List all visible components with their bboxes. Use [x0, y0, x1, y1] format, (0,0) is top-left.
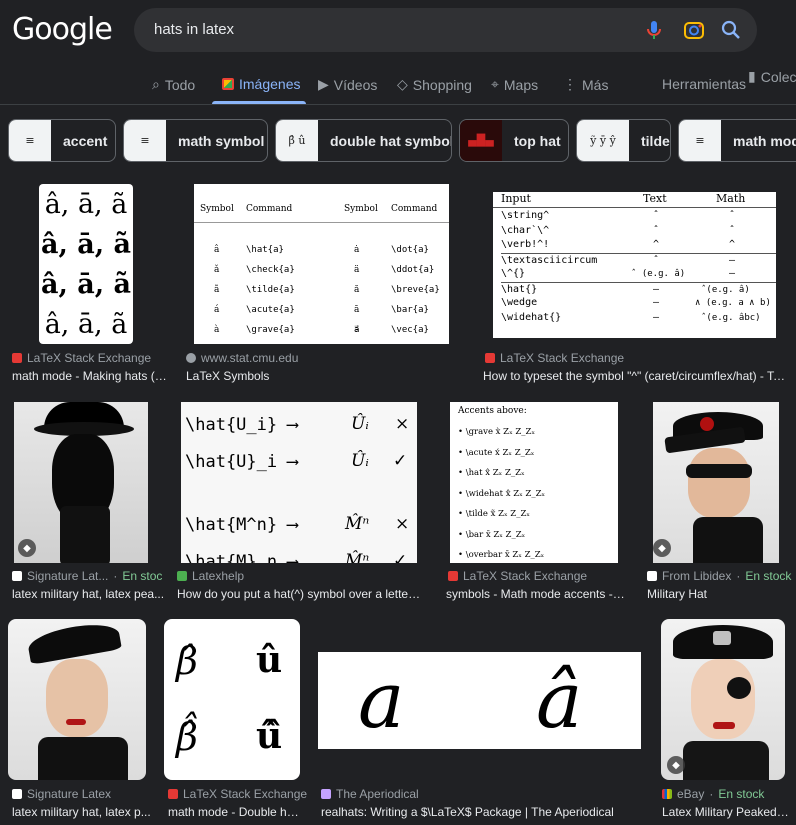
latexhelp-icon [177, 571, 187, 581]
pin-icon: ⌖ [491, 76, 499, 92]
result-title[interactable]: symbols - Math mode accents - T... [446, 587, 626, 601]
result-title[interactable]: latex military hat, latex pea... [12, 587, 167, 601]
bookmark-icon: ▮ [748, 68, 756, 84]
chip-thumb: ỹ ȳ ŷ [577, 120, 629, 161]
chip-thumb: ≡ [679, 120, 721, 161]
result-source[interactable]: Signature Latex [12, 787, 157, 801]
lens-icon[interactable] [682, 18, 706, 42]
search-icon[interactable] [719, 18, 743, 42]
search-icon: ⌕ [152, 76, 160, 92]
mic-icon[interactable] [642, 18, 666, 42]
tab-maps[interactable]: ⌖ Maps [491, 76, 538, 93]
result-source[interactable]: LaTeX Stack Exchange [448, 569, 628, 583]
tab-shopping[interactable]: ◇ Shopping [397, 76, 472, 93]
result-title[interactable]: Military Hat [647, 587, 796, 601]
result-source[interactable]: The Aperiodical [321, 787, 641, 801]
result-source[interactable]: LaTeX Stack Exchange [12, 351, 167, 365]
result-image-4[interactable]: ◆ [14, 402, 148, 563]
chip-tilde[interactable]: ỹ ȳ ŷ tilde [576, 119, 671, 162]
collections-button[interactable]: ▮ Colec [748, 68, 796, 85]
result-image-1[interactable]: â, ā, ã â, ā, ã â, ā, ã â, ā, ã [39, 184, 133, 344]
stackexchange-icon [448, 571, 458, 581]
result-title[interactable]: Latex Military Peaked c... [662, 805, 792, 819]
result-image-7[interactable]: ◆ [653, 402, 779, 563]
header-divider [0, 104, 796, 105]
result-title[interactable]: latex military hat, latex p... [12, 805, 157, 819]
ebay-icon [662, 789, 672, 799]
result-source[interactable]: Latexhelp [177, 569, 427, 583]
result-image-6[interactable]: Accents above: • \grave x̀ Zₓ Z_Zₓ • \acu… [450, 402, 618, 563]
shopping-tag-icon: ◆ [667, 756, 685, 774]
image-icon [222, 78, 234, 90]
chip-thumb: ≡ [9, 120, 51, 161]
result-image-11[interactable]: ◆ [661, 619, 785, 780]
result-title[interactable]: math mode - Making hats (a... [12, 369, 167, 383]
chip-math-mode[interactable]: ≡math mode [678, 119, 796, 162]
tag-icon: ◇ [397, 76, 408, 92]
result-source[interactable]: www.stat.cmu.edu [186, 351, 446, 365]
result-title[interactable]: LaTeX Symbols [186, 369, 446, 383]
search-box[interactable]: hats in latex [134, 8, 757, 52]
result-source[interactable]: eBay · En stock [662, 787, 796, 801]
result-title[interactable]: realhats: Writing a $\LaTeX$ Package | T… [321, 805, 641, 819]
chip-top-hat[interactable]: ▄█▄ top hat [459, 119, 569, 162]
stackexchange-icon [168, 789, 178, 799]
chip-thumb: ▄█▄ [460, 120, 502, 161]
stackexchange-icon [485, 353, 495, 363]
shopping-tag-icon: ◆ [18, 539, 36, 557]
shopping-tag-icon: ◆ [653, 539, 671, 557]
chip-accent[interactable]: ≡ accent [8, 119, 116, 162]
google-logo[interactable]: Google [12, 12, 113, 47]
libidex-icon [647, 571, 657, 581]
chip-double-hat-symbol[interactable]: β̂ û double hat symbol [275, 119, 452, 162]
result-image-2[interactable]: Symbol Command Symbol Command â \hat{a} ȧ \… [194, 184, 449, 344]
tab-mas[interactable]: ⋮ Más [563, 76, 608, 93]
search-input[interactable]: hats in latex [154, 21, 234, 38]
result-source[interactable]: LaTeX Stack Exchange [168, 787, 308, 801]
stackexchange-icon [12, 353, 22, 363]
result-title[interactable]: How to typeset the symbol "^" (caret/cir… [483, 369, 786, 383]
tab-imagenes[interactable]: Imágenes [222, 76, 300, 92]
result-title[interactable]: math mode - Double hat... [168, 805, 300, 819]
result-title[interactable]: How do you put a hat(^) symbol over a le… [177, 587, 422, 601]
video-icon: ▶ [318, 76, 329, 92]
result-image-10[interactable]: a â [318, 652, 641, 749]
result-image-3[interactable]: Input Text Math \string^ ˆ ˆ \char`\^ ˆ ˆ \ver… [493, 192, 776, 338]
tab-videos[interactable]: ▶ Vídeos [318, 76, 377, 93]
result-source[interactable]: Signature Lat...·En stock [12, 569, 162, 583]
chip-thumb: β̂ û [276, 120, 318, 161]
search-tabs: ⌕ Todo Imágenes ▶ Vídeos ◇ Shopping ⌖ Maps ⋮… [0, 68, 796, 104]
signature-latex-icon [12, 789, 22, 799]
result-source[interactable]: LaTeX Stack Exchange [485, 351, 775, 365]
result-source[interactable]: From Libidex · En stock [647, 569, 796, 583]
result-image-9[interactable]: β̂ û β̂̂ û̂ [164, 619, 300, 780]
globe-icon [186, 353, 196, 363]
aperiodical-icon [321, 789, 331, 799]
more-icon: ⋮ [563, 76, 577, 92]
result-image-8[interactable] [8, 619, 146, 780]
chip-math-symbol[interactable]: ≡ math symbol [123, 119, 268, 162]
chip-thumb: ≡ [124, 120, 166, 161]
signature-latex-icon [12, 571, 22, 581]
tools-button[interactable]: Herramientas [662, 76, 746, 92]
result-image-5[interactable]: \hat{U_i} ⟶ Ûᵢ × \hat{U}_i ⟶ Ûᵢ ✓ \hat{M^n} … [181, 402, 417, 563]
tab-todo[interactable]: ⌕ Todo [152, 76, 195, 93]
